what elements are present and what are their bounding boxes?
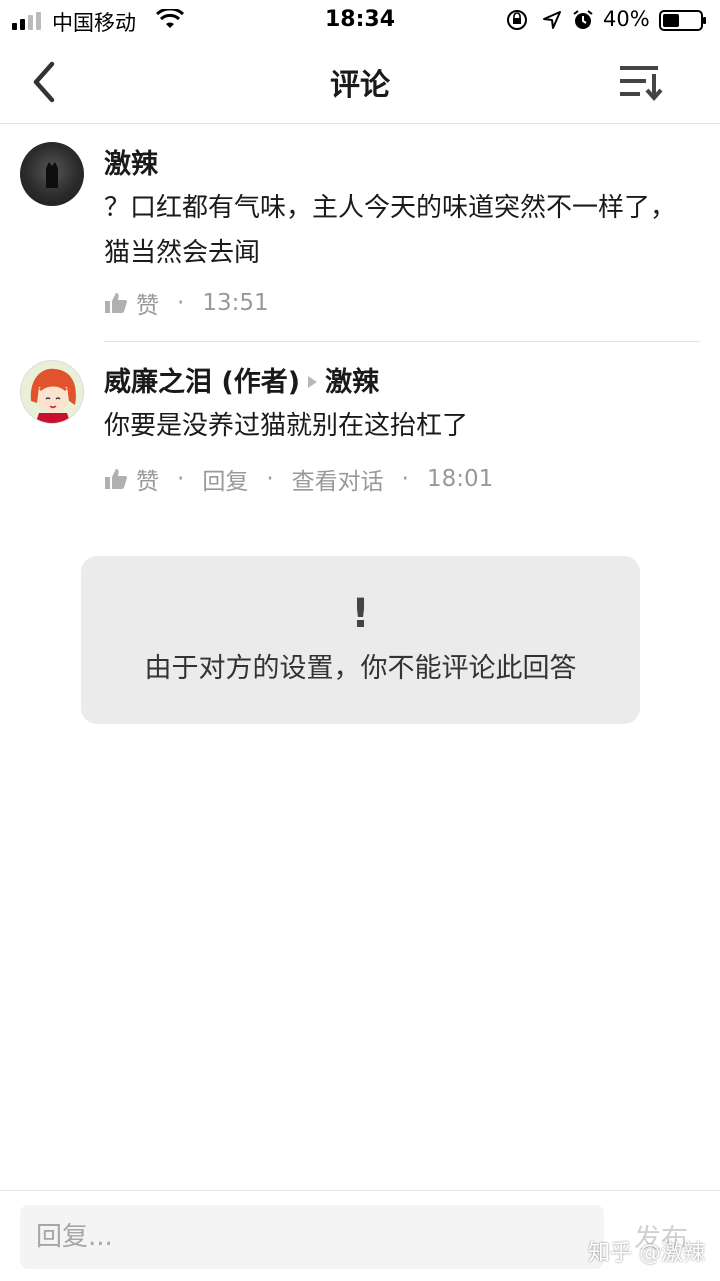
comment-author[interactable]: 激辣 (104, 142, 158, 181)
avatar[interactable] (20, 142, 84, 206)
avatar[interactable] (20, 360, 84, 424)
status-bar: 中国移动 18:34 40% (0, 0, 720, 40)
battery-icon (659, 10, 706, 31)
sort-button[interactable] (614, 60, 666, 104)
separator-dot: · (177, 290, 185, 316)
separator-dot: · (401, 466, 409, 492)
location-icon (543, 11, 561, 29)
comment-time: 13:51 (202, 290, 269, 316)
comment-item: 激辣 ？口红都有气味，主人今天的味道突然不一样了，猫当然会去闻 赞 · 13:5… (0, 124, 720, 342)
comment-disabled-notice: ! 由于对方的设置，你不能评论此回答 (81, 556, 640, 724)
comment-meta: 赞 · 13:51 (104, 286, 269, 320)
anime-avatar-icon (21, 361, 83, 423)
exclamation-icon: ! (351, 591, 370, 637)
thumb-up-icon[interactable] (104, 291, 128, 315)
comment-author-line: 威廉之泪 (作者) 激辣 (104, 360, 379, 399)
comment-text: ？口红都有气味，主人今天的味道突然不一样了，猫当然会去闻 (104, 193, 677, 268)
orientation-lock-icon (507, 10, 527, 30)
view-conversation-button[interactable]: 查看对话 (292, 462, 384, 496)
page-title: 评论 (330, 68, 390, 103)
separator-dot: · (266, 466, 274, 492)
comment-time: 18:01 (426, 466, 494, 492)
comment-meta: 赞 · 回复 · 查看对话 · 18:01 (104, 462, 493, 496)
nav-bar: 评论 (0, 40, 720, 124)
alarm-icon (573, 10, 593, 29)
comment-author[interactable]: 威廉之泪 (作者) (104, 367, 300, 398)
comment-text: 你要是没养过猫就别在这抬杠了 (104, 411, 469, 441)
reply-button[interactable]: 回复 (202, 462, 248, 496)
reply-input[interactable] (20, 1205, 604, 1269)
like-button[interactable]: 赞 (136, 462, 159, 496)
notice-message: 由于对方的设置，你不能评论此回答 (144, 653, 577, 684)
thumb-up-icon[interactable] (104, 467, 128, 491)
battery-percentage: 40% (603, 7, 650, 31)
watermark: 知乎 @激辣 (588, 1241, 705, 1266)
comment-item: 威廉之泪 (作者) 激辣 你要是没养过猫就别在这抬杠了 赞 · 回复 · 查看对话… (0, 342, 720, 512)
reply-to-user[interactable]: 激辣 (325, 367, 379, 398)
reply-arrow-icon (308, 375, 318, 388)
separator-dot: · (177, 466, 185, 492)
like-button[interactable]: 赞 (136, 286, 159, 320)
cat-silhouette-icon (46, 162, 58, 188)
